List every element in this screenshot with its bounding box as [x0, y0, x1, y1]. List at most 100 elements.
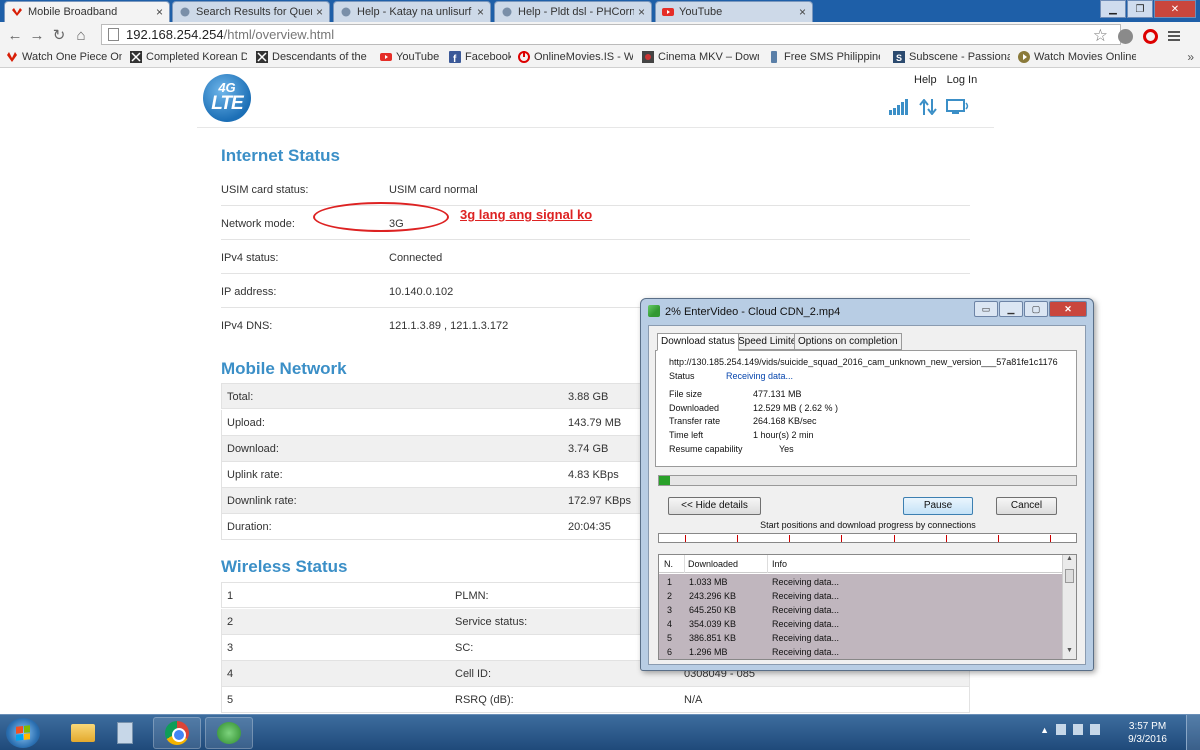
tab-help-pldt[interactable]: Help - Pldt dsl - PHCorner × — [494, 1, 652, 22]
send-to-tray-icon[interactable]: ▭ — [974, 301, 998, 317]
logo-lte-text: LTE — [211, 93, 243, 114]
tray-flag-icon[interactable] — [1056, 724, 1066, 735]
bookmark-label: Completed Korean Dram — [146, 51, 247, 63]
row-label: Cell ID: — [455, 668, 492, 680]
tab-options-on-completion[interactable]: Options on completion — [794, 333, 902, 350]
bookmark-item[interactable]: Watch One Piece Online — [6, 51, 122, 63]
show-desktop-button[interactable] — [1186, 715, 1200, 750]
bookmark-item[interactable]: S Subscene - Passionat — [893, 51, 1010, 63]
row-value: 3.74 GB — [568, 443, 609, 455]
bookmark-item[interactable]: OnlineMovies.IS - Watch — [518, 51, 633, 63]
back-arrow-icon[interactable]: ← — [4, 27, 26, 44]
tab-close-icon[interactable]: × — [316, 5, 323, 19]
detail-label: Downloaded — [669, 403, 720, 413]
bookmark-item[interactable]: Watch Movies Online — [1018, 51, 1136, 63]
lte-logo: 4G LTE — [203, 74, 251, 122]
connection-row[interactable]: 1 1.033 MB Receiving data... — [659, 575, 1063, 589]
header-divider — [197, 127, 994, 128]
detail-value: Yes — [779, 444, 794, 454]
chrome-icon — [165, 721, 189, 745]
scroll-up-icon[interactable]: ▲ — [1063, 555, 1076, 567]
minimize-button[interactable]: ▁ — [1100, 0, 1126, 18]
bookmark-item[interactable]: Descendants of the Sun — [256, 51, 370, 63]
hide-details-button[interactable]: << Hide details — [668, 497, 761, 515]
bookmarks-more-button[interactable]: » — [1187, 50, 1194, 64]
row-label: Downlink rate: — [227, 495, 297, 507]
row-value: N/A — [684, 694, 703, 706]
progress-fill — [659, 476, 670, 485]
taskbar-explorer[interactable] — [59, 717, 107, 749]
row-label: Download: — [227, 443, 279, 455]
network-icon[interactable] — [1073, 724, 1083, 735]
bookmark-item[interactable]: Cinema MKV – Down — [642, 51, 759, 63]
annotation-ellipse — [313, 202, 449, 232]
connection-downloaded: 1.296 MB — [689, 647, 728, 657]
site-icon — [341, 7, 351, 17]
download-manager-icon — [648, 305, 660, 317]
tab-download-status[interactable]: Download status — [657, 333, 739, 351]
connection-row[interactable]: 4 354.039 KB Receiving data... — [659, 617, 1063, 631]
tab-mobile-broadband[interactable]: Mobile Broadband × — [4, 1, 170, 22]
tray-expand-icon[interactable]: ▲ — [1040, 725, 1049, 735]
login-link[interactable]: Log In — [947, 74, 978, 86]
reload-icon[interactable]: ↻ — [48, 26, 70, 44]
taskbar-calculator[interactable] — [101, 717, 149, 749]
bookmark-label: Facebook — [465, 51, 511, 63]
help-link[interactable]: Help — [914, 74, 937, 86]
bookmark-star-icon[interactable]: ☆ — [1093, 26, 1108, 46]
minimize-button[interactable]: ▁ — [999, 301, 1023, 317]
connection-row[interactable]: 5 386.851 KB Receiving data... — [659, 631, 1063, 645]
start-button[interactable] — [6, 718, 40, 748]
taskbar-download-manager[interactable] — [205, 717, 253, 749]
internet-status-row: IPv4 status: Connected — [221, 240, 970, 274]
tab-close-icon[interactable]: × — [799, 5, 806, 19]
status-label: Status — [669, 371, 695, 381]
connection-row[interactable]: 2 243.296 KB Receiving data... — [659, 589, 1063, 603]
tab-help-katay[interactable]: Help - Katay na unlisurf × — [333, 1, 491, 22]
play-icon — [1018, 51, 1030, 63]
connection-start-mark — [841, 535, 843, 542]
bookmark-item[interactable]: f Facebook — [449, 51, 511, 63]
connections-scrollbar[interactable]: ▲ ▼ — [1062, 555, 1076, 659]
restore-button[interactable]: ❐ — [1127, 0, 1153, 18]
bookmark-item[interactable]: Completed Korean Dram — [130, 51, 247, 63]
dialog-titlebar[interactable]: 2% EnterVideo - Cloud CDN_2.mp4 ▭ ▁ ▢ ✕ — [641, 299, 1093, 325]
tab-search-results[interactable]: Search Results for Query: × — [172, 1, 330, 22]
scroll-thumb[interactable] — [1065, 569, 1074, 583]
column-header-n: N. — [664, 559, 673, 569]
cancel-button[interactable]: Cancel — [996, 497, 1057, 515]
menu-icon[interactable] — [1168, 31, 1180, 41]
url-host: 192.168.254.254 — [126, 27, 224, 42]
opera-icon[interactable] — [1143, 28, 1158, 44]
extension-icon[interactable] — [1118, 28, 1133, 44]
bookmark-item[interactable]: Free SMS Philippines — [768, 51, 880, 63]
volume-icon[interactable] — [1090, 724, 1100, 735]
connection-downloaded: 645.250 KB — [689, 605, 737, 615]
bookmark-item[interactable]: YouTube — [380, 51, 440, 63]
bookmarks-bar: Watch One Piece Online Completed Korean … — [0, 48, 1200, 68]
pause-button[interactable]: Pause — [903, 497, 973, 515]
home-icon[interactable]: ⌂ — [70, 27, 92, 44]
facebook-icon: f — [449, 51, 461, 63]
scroll-down-icon[interactable]: ▼ — [1063, 647, 1076, 659]
tab-close-icon[interactable]: × — [638, 5, 645, 19]
detail-value: 264.168 KB/sec — [753, 416, 817, 426]
tab-close-icon[interactable]: × — [156, 5, 163, 19]
connection-row[interactable]: 6 1.296 MB Receiving data... — [659, 645, 1063, 659]
window-close-button[interactable]: ✕ — [1154, 0, 1196, 18]
address-bar[interactable]: 192.168.254.254/html/overview.html — [101, 24, 1121, 45]
connection-start-mark — [1049, 535, 1051, 542]
tab-title: Mobile Broadband — [28, 6, 118, 18]
folder-icon — [71, 724, 95, 742]
clock[interactable]: 3:57 PM 9/3/2016 — [1128, 720, 1167, 746]
maximize-button[interactable]: ▢ — [1024, 301, 1048, 317]
connection-row[interactable]: 3 645.250 KB Receiving data... — [659, 603, 1063, 617]
forward-arrow-icon[interactable]: → — [26, 27, 48, 44]
tab-youtube[interactable]: YouTube × — [655, 1, 813, 22]
huawei-icon — [7, 52, 17, 62]
dialog-close-button[interactable]: ✕ — [1049, 301, 1087, 317]
connection-start-mark — [789, 535, 791, 542]
row-label: Network mode: — [221, 218, 295, 230]
taskbar-chrome[interactable] — [153, 717, 201, 749]
tab-close-icon[interactable]: × — [477, 5, 484, 19]
